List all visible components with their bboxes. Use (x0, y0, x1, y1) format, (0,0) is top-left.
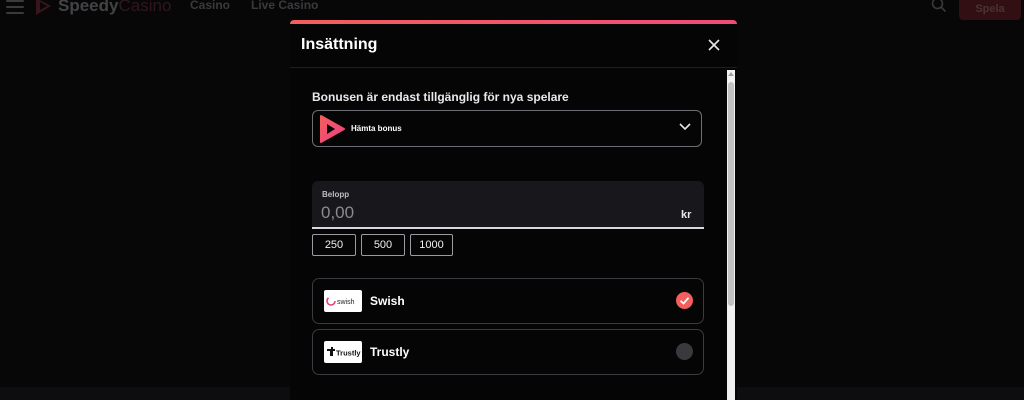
trustly-logo-text: Trustly (336, 349, 361, 358)
currency-label: kr (681, 209, 692, 221)
amount-label: Belopp (322, 190, 350, 199)
modal-scrollbar[interactable] (727, 70, 735, 400)
payment-method-trustly[interactable]: Trustly Trustly (312, 329, 704, 375)
scroll-thumb[interactable] (728, 82, 734, 306)
trustly-logo-icon: Trustly (324, 341, 362, 363)
swish-label: Swish (370, 294, 405, 308)
header-divider (290, 67, 737, 68)
chevron-down-icon (679, 123, 691, 131)
bonus-label: Bonusen är endast tillgänglig för nya sp… (312, 90, 569, 104)
swish-logo-text: swish (337, 299, 355, 306)
amount-field[interactable]: Belopp kr (312, 181, 704, 229)
bonus-play-icon (320, 115, 345, 143)
trustly-label: Trustly (370, 345, 410, 359)
scroll-up-arrow-icon[interactable] (728, 72, 734, 76)
unselected-radio-icon (676, 343, 693, 360)
amount-input[interactable] (321, 203, 621, 223)
modal-accent-bar (290, 20, 737, 24)
deposit-modal: Insättning Bonusen är endast tillgänglig… (290, 20, 737, 400)
selected-check-icon (676, 292, 693, 309)
modal-title: Insättning (301, 36, 378, 53)
close-icon[interactable] (706, 37, 722, 53)
quick-amount-1000[interactable]: 1000 (410, 234, 453, 256)
payment-method-swish[interactable]: swish Swish (312, 278, 704, 324)
bonus-select[interactable]: Hämta bonus (312, 110, 702, 147)
quick-amount-500[interactable]: 500 (361, 234, 405, 256)
quick-amount-250[interactable]: 250 (312, 234, 356, 256)
bonus-selected-value: Hämta bonus (351, 124, 402, 133)
swish-logo-icon: swish (324, 290, 362, 312)
